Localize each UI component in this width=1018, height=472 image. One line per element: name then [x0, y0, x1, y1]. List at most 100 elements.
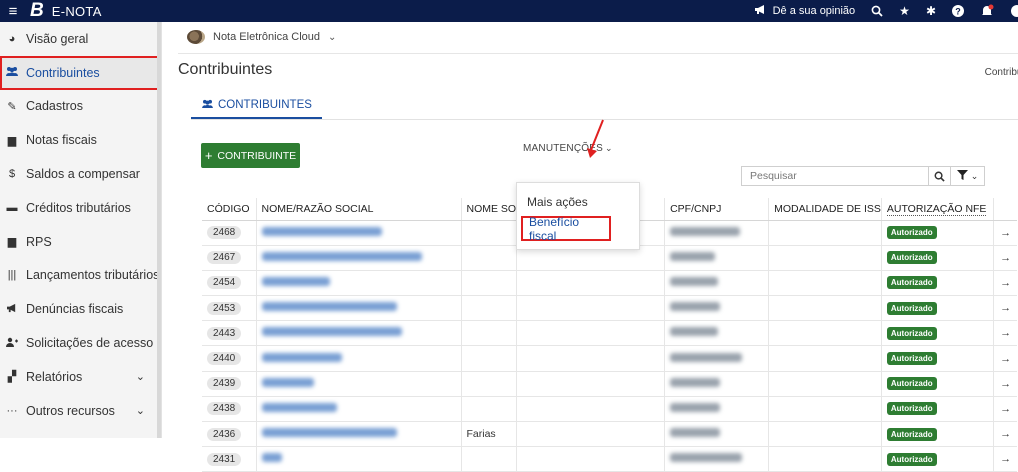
column-header-nome[interactable]: NOME/RAZÃO SOCIAL: [256, 198, 462, 221]
row-arrow-icon[interactable]: →: [993, 345, 1018, 372]
sidebar-item-creditos[interactable]: ▬ Créditos tributários: [0, 191, 161, 225]
column-header-modalidade[interactable]: MODALIDADE DE ISS: [768, 198, 882, 221]
search-icon[interactable]: [928, 167, 950, 185]
cell-hidden: [516, 446, 666, 472]
column-header-autorizacao[interactable]: AUTORIZAÇÃO NFE: [881, 198, 994, 221]
status-badge: Autorizado: [886, 301, 937, 315]
cell-hidden: [516, 371, 666, 397]
column-header-cpf[interactable]: CPF/CNPJ: [664, 198, 770, 221]
cell-fantasy: [461, 270, 518, 297]
manutencoes-dropdown-menu: Mais ações Benefício fiscal: [516, 182, 640, 250]
cell-status: Autorizado: [881, 245, 994, 271]
user-avatar-icon[interactable]: [1002, 0, 1018, 22]
table-row[interactable]: 2454 Autorizado →: [202, 270, 1018, 297]
sidebar-item-label: Relatórios: [26, 369, 83, 384]
sidebar-item-label: Contribuintes: [26, 65, 100, 80]
table-row[interactable]: 2443 Autorizado →: [202, 320, 1018, 347]
code-badge: 2453: [207, 301, 242, 315]
notification-bell-icon[interactable]: [972, 0, 1002, 22]
row-arrow-icon[interactable]: →: [993, 220, 1018, 246]
tab-contribuintes[interactable]: CONTRIBUINTES: [191, 92, 322, 119]
row-arrow-icon[interactable]: →: [993, 245, 1018, 271]
row-arrow-icon[interactable]: →: [993, 270, 1018, 297]
gears-icon[interactable]: ✱: [918, 0, 944, 22]
sidebar-item-visao-geral[interactable]: ◕ Visão geral: [0, 22, 161, 56]
row-arrow-icon[interactable]: →: [993, 371, 1018, 397]
sidebar-item-label: Notas fiscais: [26, 133, 97, 148]
cell-cpf: [664, 345, 770, 372]
sidebar-item-outros[interactable]: ··· Outros recursos ⌄: [0, 394, 161, 428]
cell-name: [256, 320, 462, 347]
search-input[interactable]: Pesquisar: [742, 170, 928, 182]
sidebar-item-notas-fiscais[interactable]: ▆ Notas fiscais: [0, 123, 161, 157]
org-selector[interactable]: Nota Eletrônica Cloud ⌄: [187, 30, 336, 44]
add-contribuinte-button[interactable]: + CONTRIBUINTE: [201, 143, 300, 168]
sidebar-scrollbar[interactable]: [157, 22, 161, 438]
cell-status: Autorizado: [881, 446, 994, 472]
table-row[interactable]: 2431 Autorizado →: [202, 446, 1018, 472]
annotation-arrow: [587, 119, 604, 158]
breadcrumb[interactable]: Contribuir: [985, 67, 1018, 78]
table-row[interactable]: 2439 Autorizado →: [202, 371, 1018, 397]
sidebar-item-solicitacoes[interactable]: Solicitações de acesso: [0, 326, 161, 360]
cell-status: Autorizado: [881, 295, 994, 322]
cell-cpf: [664, 270, 770, 297]
sidebar-item-rps[interactable]: ▆ RPS: [0, 225, 161, 259]
cell-cpf: [664, 245, 770, 271]
redacted-cpf: [670, 428, 721, 438]
redacted-cpf: [670, 251, 716, 261]
filter-button[interactable]: ⌄: [951, 166, 985, 186]
sidebar-item-lancamentos[interactable]: ||| Lançamentos tributários: [0, 259, 161, 293]
sidebar-item-label: Denúncias fiscais: [26, 302, 124, 317]
column-header-codigo[interactable]: CÓDIGO: [202, 198, 257, 221]
org-avatar: [187, 30, 205, 44]
sidebar-item-relatorios[interactable]: ▞ Relatórios ⌄: [0, 360, 161, 394]
search-icon[interactable]: [863, 0, 891, 22]
pie-chart-icon: ◕: [8, 32, 16, 45]
row-arrow-icon[interactable]: →: [993, 421, 1018, 448]
redacted-name: [261, 276, 330, 286]
help-icon[interactable]: ?: [944, 0, 972, 22]
column-header-nome-social[interactable]: NOME SO: [461, 198, 518, 221]
row-arrow-icon[interactable]: →: [993, 320, 1018, 347]
sidebar-item-label: Outros recursos: [26, 403, 115, 418]
table-row[interactable]: 2436 Farias Autorizado →: [202, 421, 1018, 448]
table-row[interactable]: 2438 Autorizado →: [202, 396, 1018, 423]
cell-code: 2439: [202, 371, 257, 397]
divider: [178, 53, 1018, 54]
row-arrow-icon[interactable]: →: [993, 295, 1018, 322]
chevron-down-icon: ⌄: [135, 405, 145, 418]
code-badge: 2431: [207, 452, 242, 466]
column-header-label: AUTORIZAÇÃO NFE: [886, 202, 987, 216]
cell-name: [256, 371, 462, 397]
page-title: Contribuintes: [178, 61, 273, 78]
sidebar-item-denuncias[interactable]: Denúncias fiscais: [0, 292, 161, 326]
cell-hidden: [516, 396, 666, 423]
star-icon[interactable]: ★: [891, 0, 918, 22]
code-badge: 2439: [207, 377, 242, 391]
app-logo[interactable]: B: [30, 0, 44, 22]
cell-fantasy: Farias: [461, 421, 518, 448]
table-row[interactable]: 2453 Autorizado →: [202, 295, 1018, 322]
redacted-cpf: [670, 226, 741, 236]
table-row[interactable]: 2440 Autorizado →: [202, 345, 1018, 372]
redacted-cpf: [670, 402, 721, 412]
sidebar-item-contribuintes[interactable]: Contribuintes: [0, 55, 161, 90]
cell-status: Autorizado: [881, 320, 994, 347]
chevron-down-icon: ⌄: [970, 170, 979, 181]
menu-item-mais-acoes[interactable]: Mais ações: [527, 195, 588, 209]
row-arrow-icon[interactable]: →: [993, 396, 1018, 423]
menu-item-beneficio-fiscal[interactable]: Benefício fiscal: [521, 215, 611, 243]
sidebar-item-saldos[interactable]: $ Saldos a compensar: [0, 157, 161, 191]
sidebar-item-cadastros[interactable]: ✎ Cadastros: [0, 90, 161, 124]
feedback-button[interactable]: Dê a sua opinião: [746, 0, 864, 22]
chevron-down-icon: ⌄: [135, 371, 145, 384]
cell-modalidade: [768, 320, 882, 347]
svg-text:?: ?: [955, 7, 961, 17]
status-badge: Autorizado: [886, 402, 937, 416]
copy-icon: ▞: [7, 371, 17, 384]
hamburger-menu-icon[interactable]: ≡: [2, 3, 24, 20]
row-arrow-icon[interactable]: →: [993, 446, 1018, 472]
filter-icon: [956, 169, 968, 183]
cell-cpf: [664, 371, 770, 397]
